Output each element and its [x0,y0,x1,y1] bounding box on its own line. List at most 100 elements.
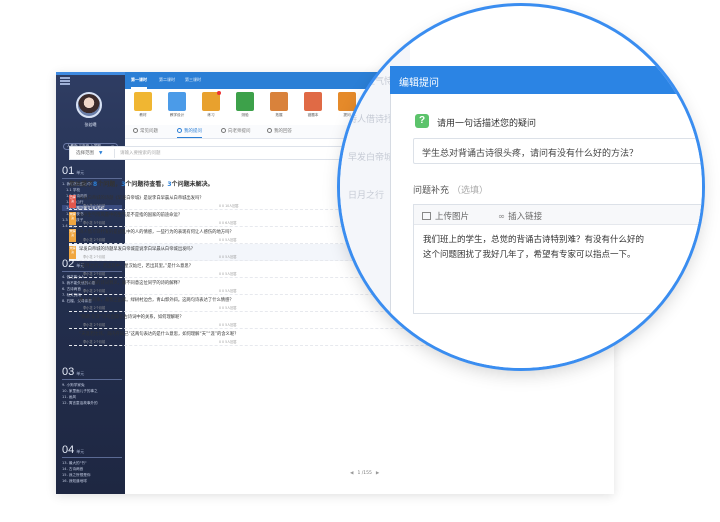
status-badge: 未解决 [69,212,76,225]
status-badge: 未解决 [69,229,76,242]
question-stats: 0 0 10人回答 [219,204,239,208]
sidebar-top-bar [56,72,125,75]
edit-question-dialog: ? 请用一句话描述您的疑问 学生总对背诵古诗很头疼，请问有没有什么好的方法？ 问… [390,94,702,368]
subnav-common-questions[interactable]: 常见问题 [133,128,158,134]
subnav-my-questions[interactable]: 我的提问 [177,128,202,138]
question-meta: 李小花 3个月前 [83,221,106,225]
question-stats: 0 0 5人回答 [219,238,237,242]
tool-target[interactable]: 测验 [235,92,255,118]
magnified-text: 早发白帝城 [348,153,394,163]
next-page-icon[interactable]: ▶ [376,471,379,476]
tool-label: 测验 [241,113,249,117]
question-title[interactable]: 早发白帝城的诗题《早发白帝城》是说李白早晨从白帝城出发吗？ [79,195,204,201]
question-stats: 0 0 6人回答 [219,221,237,225]
question-title[interactable]: 针对古诗的诗词释义，跟不同意这位同学的诗的解释？ [79,280,182,286]
tool-note[interactable]: 错题本 [303,92,323,118]
tool-label: 拓展 [275,113,283,117]
editor-content[interactable]: 我们班上的学生，总觉的背诵古诗特别难？有没有什么好的 这个问题困扰了我好几年了，… [423,233,644,263]
tab-lesson-3[interactable]: 第三课时 [185,77,201,83]
scope-select[interactable]: 选择范围 ▼ [76,150,102,156]
subnav-ask-teacher[interactable]: 向老师提问 [221,128,251,134]
question-meta: 李小花 2个月前 [83,238,106,242]
supplement-title: 问题补充 [413,186,450,196]
editor-line: 我们班上的学生，总觉的背诵古诗特别难？有没有什么好的 [423,235,645,245]
question-meta: 李小花 2个月前 [83,340,106,344]
summary-text: 个问题未解决。 [171,181,214,188]
sidebar-lesson-item[interactable]: 12. 寓言童话故事外的 [62,400,122,406]
subnav-label: 我的提问 [184,129,202,134]
tool-box[interactable]: 拓展 [269,92,289,118]
tool-pencil[interactable]: 练习 [201,91,221,118]
question-title[interactable]: 早发白帝城的诗题早发白帝城是说李白早晨从白帝城出发吗？ [79,246,195,252]
tool-book[interactable]: 教材 [133,92,153,118]
avatar[interactable] [76,92,102,118]
unit-number[interactable]: 04 单元 [62,444,122,456]
unit-03: 03 单元 9. 小狗学家兔 10. 家里面儿子的事之 11. 画风 12. 寓言童话故事… [62,366,122,406]
answer-icon [267,128,272,133]
caret-down-icon: ▼ [99,151,103,156]
question-stats: 0 0 5人回答 [219,289,237,293]
question-stats: 0 0 5人回答 [219,272,237,276]
tool-label: 练习 [207,113,215,117]
subnav-label: 我的回答 [274,129,292,134]
question-title[interactable]: “鹦鹉 东汉”诗号出现在古诗词中的关系，如何理解呢？ [79,314,184,320]
question-title[interactable]: “日月之行，若出其中，星汉灿烂，若出其里。”是什么意思？ [79,263,193,269]
question-input[interactable]: 学生总对背诵古诗很头疼，请问有没有什么好的方法？ [413,138,702,164]
editor-toolbar: 上传图片 ∞ 插入链接 [414,205,702,225]
unit-number[interactable]: 03 单元 [62,366,122,378]
question-icon [133,128,138,133]
optional-hint: （选填） [452,186,489,196]
unit-number-value: 01 [62,165,75,177]
question-meta: 李小花 2个月前 [83,204,106,208]
tool-label: 教材 [139,113,147,117]
question-title[interactable]: 故人具鸡黍，邀我至田家。绿树村边合，青山郭外斜。这两句诗表达了什么情感？ [79,297,234,303]
question-meta: 李小花 2个月前 [83,272,106,276]
question-title[interactable]: “天涯若比邻，海内存知己”这两句表达的是什么意思，如何理解“天”“涯”的含义呢？ [79,331,238,337]
dialog-header: 编辑提问 [390,66,702,94]
tab-lesson-1[interactable]: 第一课时 [131,77,147,89]
subnav-my-answers[interactable]: 我的回答 [267,128,292,134]
unit-04: 04 单元 13. 最大的"书" 14. 古诗两首 15. 我之所想是你 16. 我知道地… [62,444,122,484]
magnified-text: 我的提问 [348,39,385,49]
tab-lesson-2[interactable]: 第二课时 [159,77,175,83]
question-stats: 0 0 5人回答 [219,323,237,327]
subnav-label: 常见问题 [140,129,158,134]
notification-dot [217,91,221,95]
prev-page-icon[interactable]: ◀ [350,471,353,476]
sidebar-lesson-item[interactable]: 16. 我知道地球 [62,478,122,484]
magnified-text: 九州生气恃 [348,77,394,87]
divider [62,457,122,458]
link-icon: ∞ [498,212,506,222]
divider [62,379,122,380]
menu-icon[interactable] [60,77,70,85]
book-icon [134,92,152,111]
question-meta: 李小花 2个月前 [83,323,106,327]
question-meta: 李小花 2个月前 [83,289,106,293]
divider [114,149,115,158]
page-indicator: 1 /155 [357,471,372,476]
tool-label: 错题本 [307,113,319,117]
supplement-editor[interactable]: 上传图片 ∞ 插入链接 我们班上的学生，总觉的背诵古诗特别难？有没有什么好的 这个… [413,204,702,314]
unit-number-value: 03 [62,366,75,378]
unit-label: 单元 [76,449,85,454]
tool-label: 教学设计 [169,113,185,117]
image-icon [422,212,431,220]
target-icon [236,92,254,111]
unit-number[interactable]: 01 单元 [62,165,122,177]
question-summary: 您共提了8个问题，3个问题待查看，3个问题未解决。 [69,179,214,188]
search-input[interactable]: 请输入要搜索的问题 [120,150,161,156]
doc-icon [168,92,186,111]
tool-doc[interactable]: 教学设计 [167,92,187,118]
supplement-label: 问题补充 （选填） [413,183,488,196]
user-name: 张若曦 [84,122,97,127]
question-title[interactable]: 九州生气恃风雷中的生气是不是指的国家的前途命运？ [79,212,182,218]
summary-text: 个问题， [97,181,122,188]
unit-label: 单元 [76,170,85,175]
summary-text: 您共提了 [69,181,94,188]
insert-link-button[interactable]: ∞ 插入链接 [498,210,542,222]
scope-select-value: 选择范围 [76,151,94,156]
question-title[interactable]: 诗人借写诗抒发的是战乱中的人的情感，一些行为的表现有何让人感伤的地方吗？ [79,229,234,235]
question-stats: 0 0 5人回答 [219,306,237,310]
pagination: ◀ 1 /155 ▶ [346,471,383,476]
upload-image-button[interactable]: 上传图片 [422,210,469,222]
